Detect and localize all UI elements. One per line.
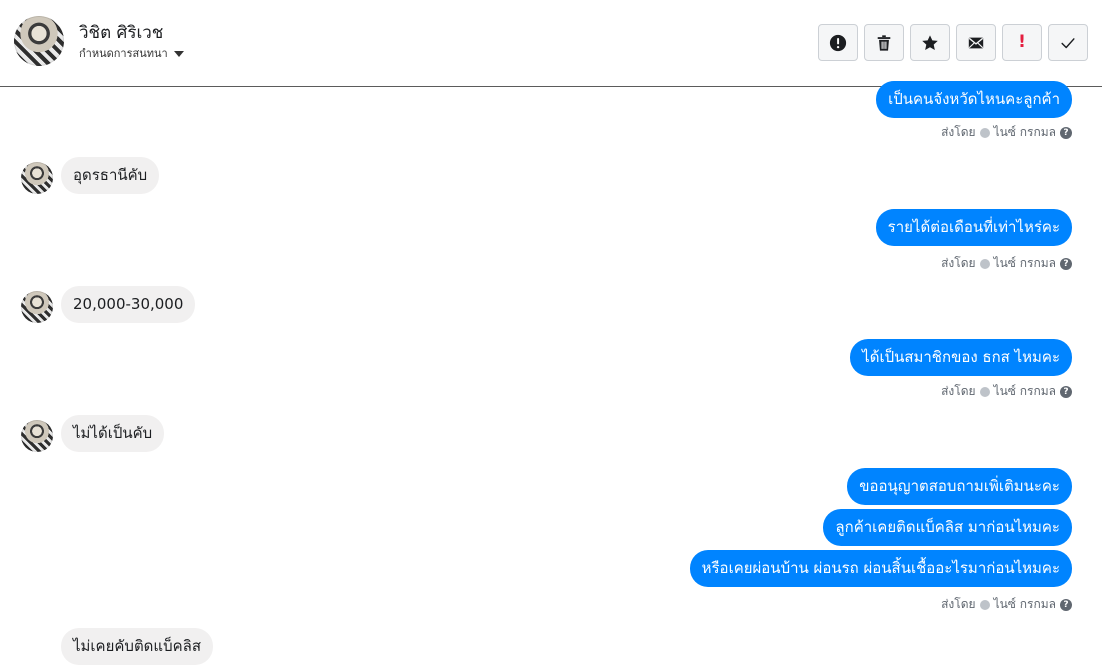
- sent-check-icon: [979, 127, 990, 138]
- message-thread[interactable]: เป็นคนจังหวัดไหนคะลูกค้า ส่งโดย ไนซ์ กรก…: [0, 81, 1102, 665]
- contact-avatar-small: [21, 162, 53, 194]
- exclamation-circle-icon: [829, 34, 847, 51]
- sender-name: ไนซ์ กรกมล: [993, 384, 1056, 398]
- outgoing-message[interactable]: เป็นคนจังหวัดไหนคะลูกค้า: [876, 81, 1072, 118]
- help-icon[interactable]: ?: [1060, 385, 1072, 398]
- outgoing-message[interactable]: ได้เป็นสมาชิกของ ธกส ไหมคะ: [850, 339, 1072, 376]
- sent-by-label: ส่งโดย: [941, 597, 976, 611]
- sender-name: ไนซ์ กรกมล: [993, 597, 1056, 611]
- exclamation-red-icon: !: [1018, 32, 1026, 52]
- help-icon[interactable]: ?: [1060, 257, 1072, 270]
- sent-by-label: ส่งโดย: [941, 384, 976, 398]
- envelope-icon: [968, 37, 984, 48]
- sent-check-icon: [979, 386, 990, 397]
- conversation-options-label: กำหนดการสนทนา: [79, 47, 168, 60]
- outgoing-message[interactable]: ขออนุญาตสอบถามเพิ่เติมนะคะ: [847, 468, 1072, 505]
- star-button[interactable]: [910, 24, 950, 61]
- help-icon[interactable]: ?: [1060, 598, 1072, 611]
- conversation-options-dropdown[interactable]: กำหนดการสนทนา: [79, 44, 184, 62]
- mark-done-button[interactable]: [1048, 24, 1088, 61]
- contact-avatar-small: [21, 291, 53, 323]
- message-meta: ส่งโดย ไนซ์ กรกมล ?: [941, 123, 1072, 142]
- sender-name: ไนซ์ กรกมล: [993, 125, 1056, 139]
- caret-down-icon: [173, 50, 184, 57]
- sender-name: ไนซ์ กรกมล: [993, 256, 1056, 270]
- message-meta: ส่งโดย ไนซ์ กรกมล ?: [941, 254, 1072, 273]
- mark-unread-button[interactable]: [956, 24, 996, 61]
- checkmark-icon: [1061, 37, 1075, 48]
- header-actions: !: [818, 24, 1088, 61]
- sent-check-icon: [979, 599, 990, 610]
- contact-name[interactable]: วิชิต ศิริเวช: [79, 19, 163, 46]
- incoming-message[interactable]: ไม่ได้เป็นคับ: [61, 415, 165, 452]
- message-meta: ส่งโดย ไนซ์ กรกมล ?: [941, 595, 1072, 614]
- outgoing-message[interactable]: ลูกค้าเคยติดแบ็คลิส มาก่อนไหมคะ: [823, 509, 1072, 546]
- help-icon[interactable]: ?: [1060, 126, 1072, 139]
- star-icon: [922, 34, 938, 50]
- sent-by-label: ส่งโดย: [941, 125, 976, 139]
- message-meta: ส่งโดย ไนซ์ กรกมล ?: [941, 382, 1072, 401]
- conversation-header: วิชิต ศิริเวช กำหนดการสนทนา !: [0, 0, 1102, 87]
- contact-avatar[interactable]: [14, 16, 64, 66]
- incoming-message[interactable]: 20,000-30,000: [61, 286, 196, 323]
- incoming-message[interactable]: ไม่เคยคับติดแบ็คลิส: [61, 628, 213, 665]
- sent-check-icon: [979, 258, 990, 269]
- delete-button[interactable]: [864, 24, 904, 61]
- outgoing-message[interactable]: รายได้ต่อเดือนที่เท่าไหร่คะ: [875, 209, 1072, 246]
- contact-avatar-small: [21, 420, 53, 452]
- trash-icon: [877, 34, 891, 51]
- incoming-message[interactable]: อุดรธานีคับ: [61, 157, 160, 194]
- sent-by-label: ส่งโดย: [941, 256, 976, 270]
- outgoing-message[interactable]: หรือเคยผ่อนบ้าน ผ่อนรถ ผ่อนสิ้นเชื้ออะไร…: [689, 550, 1072, 587]
- follow-up-button[interactable]: !: [1002, 24, 1042, 61]
- mark-spam-button[interactable]: [818, 24, 858, 61]
